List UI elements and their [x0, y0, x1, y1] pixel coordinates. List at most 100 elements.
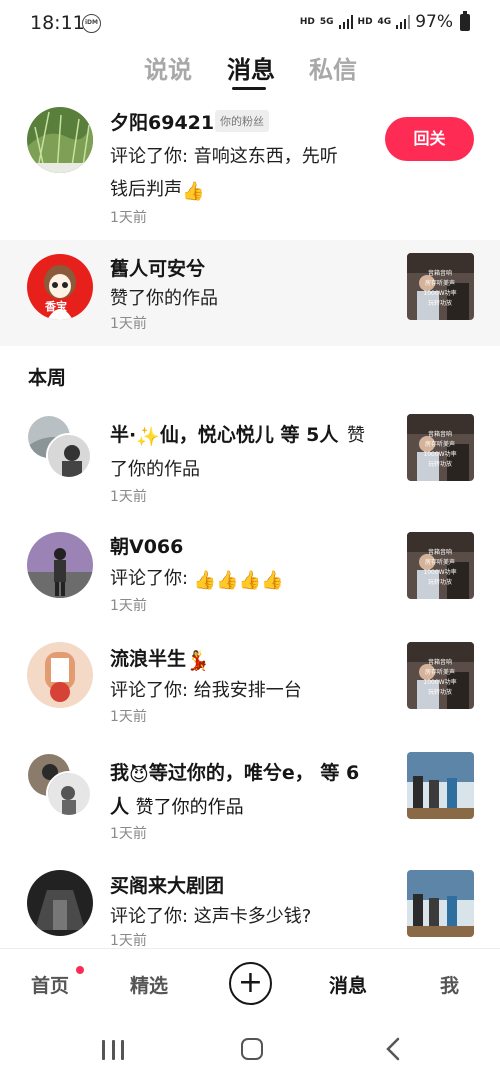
- timestamp: 1天前: [110, 316, 147, 332]
- comment-text: 评论了你: 音响这东西，先听: [110, 146, 338, 167]
- svg-text:音箱音响: 音箱音响: [428, 548, 452, 556]
- nav-featured[interactable]: 精选: [130, 971, 168, 998]
- home-icon[interactable]: [241, 1038, 263, 1060]
- bottom-nav: 首页 精选 + 消息 我: [0, 948, 500, 1018]
- user-name[interactable]: 流浪半生💃: [110, 644, 210, 672]
- svg-text:音箱音响: 音箱音响: [428, 430, 452, 438]
- avatar-image: [27, 107, 93, 173]
- timestamp: 1天前: [110, 709, 147, 725]
- 5g-icon: 5G: [319, 17, 334, 27]
- svg-text:玩转功放: 玩转功放: [428, 578, 452, 586]
- signal-icon: [338, 15, 353, 29]
- thumbnail-image: 音箱音响 房存听美声 1000W功率 玩转功放: [407, 253, 474, 320]
- avatar-stack-front[interactable]: [46, 771, 92, 817]
- user-name[interactable]: 买阁来大剧团: [110, 871, 224, 898]
- system-nav-bar: [0, 1018, 500, 1083]
- name-part-1: 我: [110, 762, 130, 784]
- comment-text-row: 评论了你: 👍👍👍👍: [110, 564, 283, 591]
- svg-text:1000W功率: 1000W功率: [423, 678, 456, 686]
- avatar-image: [27, 870, 93, 936]
- svg-text:房存听美声: 房存听美声: [425, 558, 455, 566]
- name-part-1: 半·: [110, 424, 137, 446]
- recent-apps-icon[interactable]: [102, 1040, 124, 1060]
- svg-text:1000W功率: 1000W功率: [423, 450, 456, 458]
- avatar[interactable]: [27, 532, 93, 598]
- comment-text-cont: 钱后判声: [110, 179, 182, 200]
- name-line2: 人: [110, 796, 130, 818]
- video-thumbnail[interactable]: 音箱音响 房存听美声 1000W功率 玩转功放: [407, 642, 474, 709]
- svg-text:音箱音响: 音箱音响: [428, 269, 452, 277]
- svg-text:房存听美声: 房存听美声: [425, 279, 455, 287]
- thumbnail-image: 音箱音响 房存听美声 1000W功率 玩转功放: [407, 414, 474, 481]
- video-thumbnail[interactable]: [407, 870, 474, 937]
- thumbnail-image: [407, 752, 474, 819]
- notification-dot: [76, 966, 84, 974]
- avatar[interactable]: [27, 107, 93, 173]
- user-names[interactable]: 半·✨仙，悦心悦儿 等 5人: [110, 420, 338, 448]
- avatar[interactable]: [27, 642, 93, 708]
- svg-text:玩转功放: 玩转功放: [428, 688, 452, 696]
- tab-messages[interactable]: 消息: [227, 50, 275, 85]
- svg-text:玩转功放: 玩转功放: [428, 299, 452, 307]
- like-text: 赞了你的作品: [135, 797, 244, 818]
- video-thumbnail[interactable]: 音箱音响 房存听美声 1000W功率 玩转功放: [407, 414, 474, 481]
- nav-home[interactable]: 首页: [31, 971, 69, 998]
- hd-icon: HD: [299, 17, 315, 27]
- comment-text: 评论了你: 这声卡多少钱?: [110, 906, 312, 927]
- fan-badge: 你的粉丝: [215, 110, 269, 132]
- nav-me[interactable]: 我: [440, 971, 459, 998]
- battery-percent: 97%: [415, 12, 453, 32]
- active-tab-indicator: [232, 87, 266, 90]
- user-name[interactable]: 朝V066: [110, 532, 183, 559]
- avatar[interactable]: [27, 870, 93, 936]
- video-thumbnail[interactable]: 音箱音响 房存听美声 1000W功率 玩转功放: [407, 253, 474, 320]
- avatar-image: [27, 642, 93, 708]
- avatar-image: [27, 532, 93, 598]
- status-icons: HD 5G HD 4G 97%: [299, 10, 470, 32]
- svg-text:1000W功率: 1000W功率: [423, 568, 456, 576]
- svg-text:玩转功放: 玩转功放: [428, 460, 452, 468]
- like-text: 赞了你的作品: [110, 288, 218, 309]
- svg-text:房存听美声: 房存听美声: [425, 440, 455, 448]
- follow-back-button[interactable]: 回关: [385, 117, 474, 161]
- thumbnail-image: 音箱音响 房存听美声 1000W功率 玩转功放: [407, 642, 474, 709]
- tab-shuoshuo[interactable]: 说说: [144, 50, 192, 85]
- svg-text:房存听美声: 房存听美声: [425, 668, 455, 676]
- video-thumbnail[interactable]: [407, 752, 474, 819]
- nav-messages[interactable]: 消息: [329, 971, 367, 998]
- avatar[interactable]: 香宝: [27, 254, 93, 320]
- tab-private-messages[interactable]: 私信: [309, 50, 357, 85]
- dancer-icon: 💃: [186, 650, 210, 672]
- user-name[interactable]: 夕阳69421: [110, 108, 214, 135]
- video-thumbnail[interactable]: 音箱音响 房存听美声 1000W功率 玩转功放: [407, 532, 474, 599]
- idm-icon: iDM: [82, 14, 101, 33]
- timestamp: 1天前: [110, 598, 147, 614]
- avatar-image: [48, 435, 90, 477]
- sparkle-icon: ✨: [136, 426, 160, 448]
- user-name[interactable]: 舊人可安兮: [110, 254, 205, 281]
- back-icon[interactable]: [384, 1036, 402, 1062]
- like-text: 了你的作品: [110, 459, 200, 480]
- timestamp: 1天前: [110, 210, 147, 226]
- thumbs-up-icon: 👍: [182, 181, 205, 202]
- user-name-text: 流浪半生: [110, 648, 187, 670]
- like-text-prefix: 赞: [347, 425, 365, 446]
- 4g-icon: 4G: [377, 17, 392, 27]
- comment-text: 评论了你: 给我安排一台: [110, 680, 302, 701]
- status-bar: 18:11 iDM HD 5G HD 4G 97%: [0, 0, 500, 46]
- svg-text:1000W功率: 1000W功率: [423, 289, 456, 297]
- avatar-caption: 香宝: [45, 300, 67, 313]
- thumbnail-image: [407, 870, 474, 937]
- timestamp: 1天前: [110, 933, 147, 949]
- name-part-2: 等过你的，唯兮e， 等 6: [148, 762, 360, 784]
- avatar-image: [48, 773, 90, 815]
- timestamp: 1天前: [110, 826, 147, 842]
- thumbs-up-icon: 👍👍👍👍: [193, 570, 284, 591]
- svg-text:音箱音响: 音箱音响: [428, 658, 452, 666]
- avatar-stack-front[interactable]: [46, 433, 92, 479]
- status-time: 18:11: [30, 12, 85, 34]
- hd-icon-2: HD: [357, 17, 373, 27]
- create-button[interactable]: +: [229, 962, 272, 1005]
- user-names-line2: 人 赞了你的作品: [110, 792, 244, 819]
- user-names[interactable]: 我😈等过你的，唯兮e， 等 6: [110, 758, 359, 786]
